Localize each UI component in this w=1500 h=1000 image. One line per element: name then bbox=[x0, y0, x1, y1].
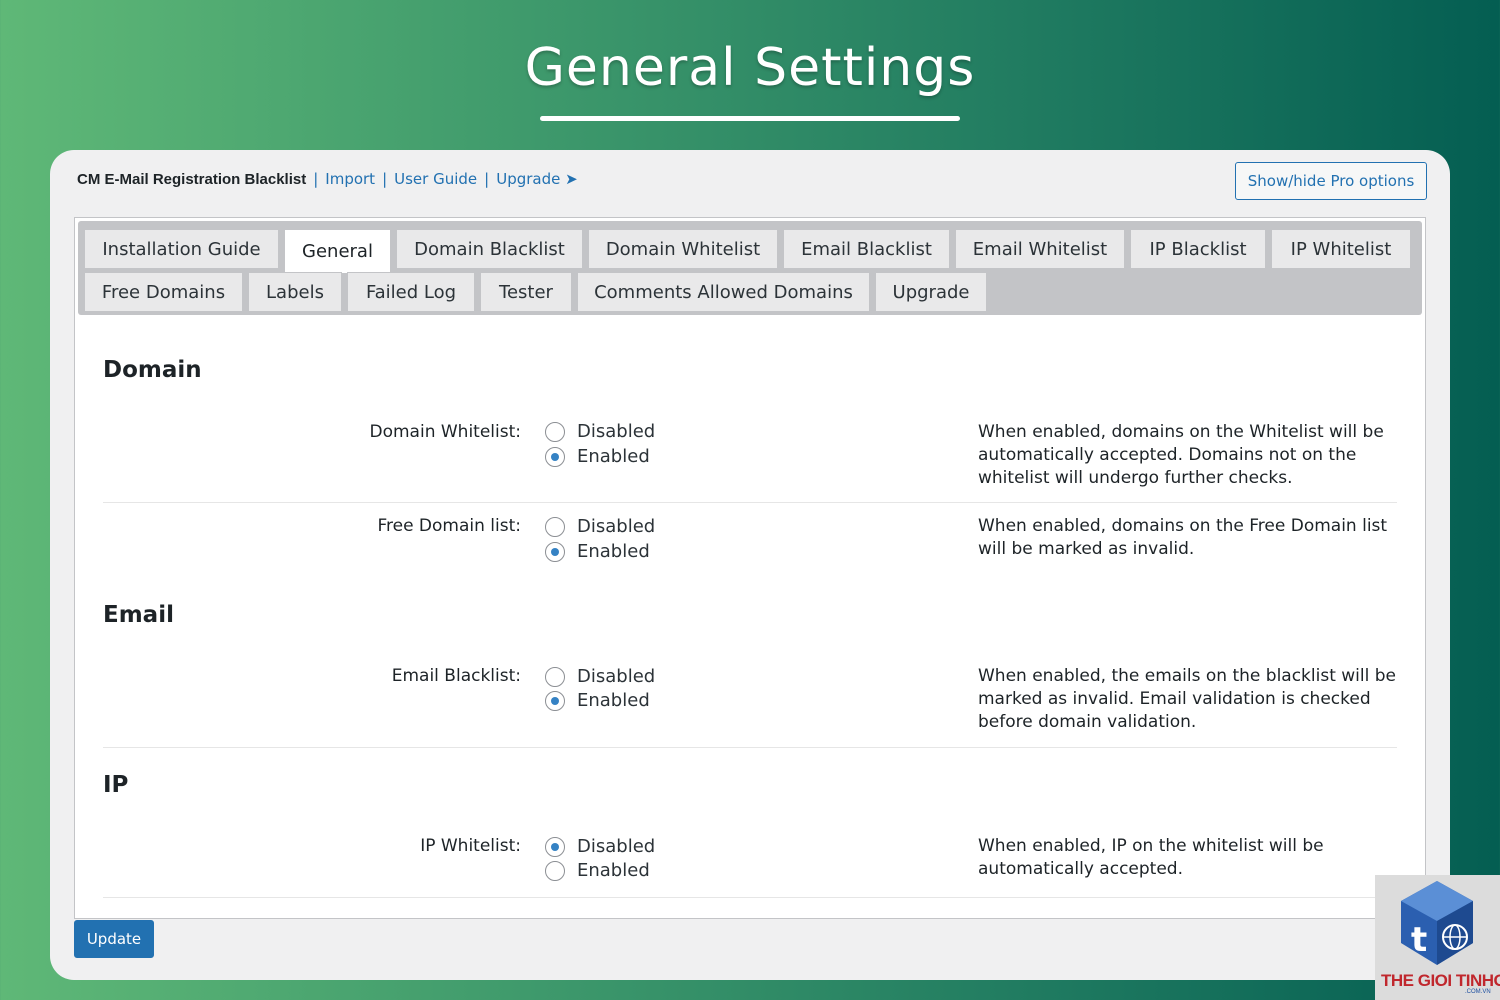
radio-label: Enabled bbox=[577, 860, 650, 881]
separator: | bbox=[313, 170, 319, 188]
radio-option-enabled[interactable]: Enabled bbox=[545, 446, 650, 467]
tab-ip-blacklist[interactable]: IP Blacklist bbox=[1130, 229, 1266, 269]
radio-label: Enabled bbox=[577, 690, 650, 711]
radio-option-enabled[interactable]: Enabled bbox=[545, 860, 650, 881]
tab-free-domains[interactable]: Free Domains bbox=[84, 272, 243, 312]
tab-email-blacklist[interactable]: Email Blacklist bbox=[783, 229, 950, 269]
separator: | bbox=[484, 170, 490, 188]
row-label: Free Domain list: bbox=[377, 516, 521, 536]
row-label: Email Blacklist: bbox=[391, 666, 521, 686]
radio-button[interactable] bbox=[545, 516, 565, 537]
radio-button[interactable] bbox=[545, 541, 565, 562]
import-link[interactable]: Import bbox=[325, 170, 375, 188]
radio-label: Disabled bbox=[577, 421, 656, 442]
tab-bar: Installation Guide General Domain Blackl… bbox=[78, 221, 1422, 315]
hero-title: General Settings bbox=[524, 38, 976, 98]
plugin-name: CM E-Mail Registration Blacklist bbox=[77, 170, 307, 188]
section-title-domain: Domain bbox=[103, 357, 202, 383]
tab-email-whitelist[interactable]: Email Whitelist bbox=[955, 229, 1125, 269]
radio-button[interactable] bbox=[545, 690, 565, 711]
hero-underline bbox=[540, 116, 960, 121]
tab-comments-allowed-domains[interactable]: Comments Allowed Domains bbox=[577, 272, 870, 312]
radio-option-enabled[interactable]: Enabled bbox=[545, 541, 650, 562]
tab-ip-whitelist[interactable]: IP Whitelist bbox=[1271, 229, 1411, 269]
row-divider bbox=[103, 747, 1397, 748]
setting-description: When enabled, domains on the Free Domain… bbox=[978, 516, 1388, 559]
section-title-ip: IP bbox=[103, 772, 129, 798]
tab-tester[interactable]: Tester bbox=[480, 272, 572, 312]
settings-card: Installation Guide General Domain Blackl… bbox=[74, 217, 1426, 919]
radio-option-disabled[interactable]: Disabled bbox=[545, 666, 655, 687]
setting-description: When enabled, domains on the Whitelist w… bbox=[978, 422, 1384, 488]
row-divider bbox=[103, 502, 1397, 503]
svg-text:t: t bbox=[1411, 920, 1427, 960]
radio-label: Disabled bbox=[577, 516, 656, 537]
row-label: IP Whitelist: bbox=[420, 836, 521, 856]
radio-button[interactable] bbox=[545, 860, 565, 881]
section-title-email: Email bbox=[103, 602, 174, 628]
setting-description: When enabled, IP on the whitelist will b… bbox=[978, 836, 1324, 879]
radio-button[interactable] bbox=[545, 446, 565, 467]
show-hide-pro-button[interactable]: Show/hide Pro options bbox=[1235, 162, 1427, 200]
radio-option-disabled[interactable]: Disabled bbox=[545, 421, 655, 442]
row-divider bbox=[103, 897, 1397, 898]
upgrade-link[interactable]: Upgrade ➤ bbox=[496, 170, 577, 188]
tab-domain-blacklist[interactable]: Domain Blacklist bbox=[396, 229, 583, 269]
tab-upgrade[interactable]: Upgrade bbox=[875, 272, 987, 312]
radio-label: Enabled bbox=[577, 541, 650, 562]
radio-button[interactable] bbox=[545, 836, 565, 857]
radio-option-disabled[interactable]: Disabled bbox=[545, 836, 655, 857]
tab-general[interactable]: General bbox=[284, 229, 391, 273]
radio-label: Disabled bbox=[577, 836, 656, 857]
update-button[interactable]: Update bbox=[74, 920, 154, 958]
plugin-header: CM E-Mail Registration Blacklist | Impor… bbox=[77, 170, 578, 188]
radio-label: Disabled bbox=[577, 666, 656, 687]
separator: | bbox=[382, 170, 388, 188]
cube-logo-icon: t bbox=[1401, 881, 1473, 965]
radio-label: Enabled bbox=[577, 446, 650, 467]
setting-description: When enabled, the emails on the blacklis… bbox=[978, 666, 1396, 732]
watermark-subtext: .COM.VN bbox=[1465, 989, 1491, 995]
tab-domain-whitelist[interactable]: Domain Whitelist bbox=[588, 229, 778, 269]
radio-button[interactable] bbox=[545, 666, 565, 687]
settings-panel: CM E-Mail Registration Blacklist | Impor… bbox=[50, 150, 1450, 980]
user-guide-link[interactable]: User Guide bbox=[394, 170, 477, 188]
tab-installation-guide[interactable]: Installation Guide bbox=[84, 229, 279, 269]
radio-button[interactable] bbox=[545, 421, 565, 442]
tab-failed-log[interactable]: Failed Log bbox=[347, 272, 475, 312]
watermark-text: THE GIOI TINHOC bbox=[1381, 971, 1500, 990]
tab-labels[interactable]: Labels bbox=[248, 272, 342, 312]
radio-option-enabled[interactable]: Enabled bbox=[545, 690, 650, 711]
radio-option-disabled[interactable]: Disabled bbox=[545, 516, 655, 537]
row-label: Domain Whitelist: bbox=[369, 422, 522, 442]
watermark-logo: t THE GIOI TINHOC .COM.VN bbox=[1375, 875, 1500, 1000]
